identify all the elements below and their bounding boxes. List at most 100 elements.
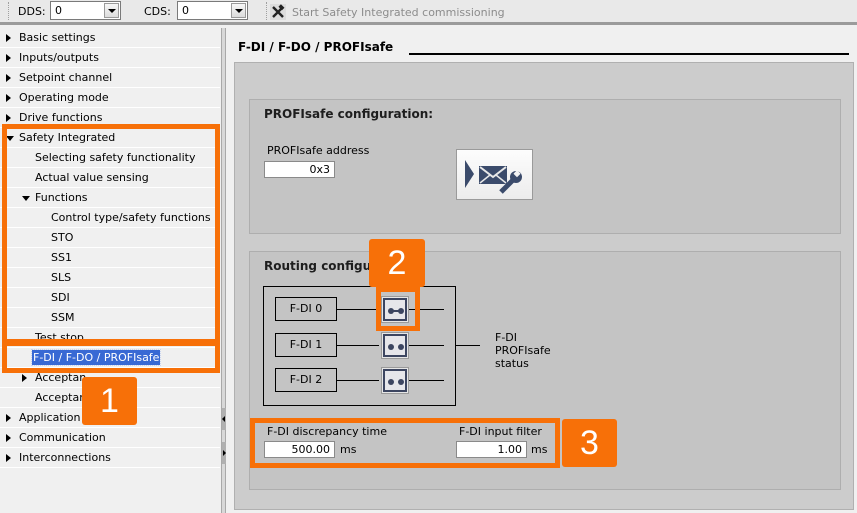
expand-right-icon[interactable] bbox=[6, 74, 11, 82]
chevron-down-icon[interactable] bbox=[231, 3, 246, 18]
tree-item[interactable]: Basic settings bbox=[0, 28, 220, 48]
chevron-down-icon[interactable] bbox=[104, 3, 119, 18]
dds-label: DDS: bbox=[18, 5, 46, 18]
telegram-configuration-button[interactable] bbox=[456, 149, 533, 200]
tree-item-label: Communication bbox=[19, 431, 106, 444]
expand-down-icon[interactable] bbox=[22, 196, 30, 201]
tree-item-label: SDI bbox=[51, 291, 70, 304]
status-connector-line bbox=[456, 345, 480, 346]
expand-right-icon[interactable] bbox=[6, 94, 11, 102]
expand-right-icon[interactable] bbox=[6, 54, 11, 62]
tree-item[interactable]: Operating mode bbox=[0, 88, 220, 108]
tree-item-label: Safety Integrated bbox=[19, 131, 116, 144]
tree-item-label: SS1 bbox=[51, 251, 72, 264]
cds-label: CDS: bbox=[144, 5, 171, 18]
toolbar-separator bbox=[266, 2, 267, 20]
tree-item[interactable]: SLS bbox=[0, 268, 220, 288]
connector-line bbox=[409, 345, 444, 346]
fdi-0-box: F-DI 0 bbox=[275, 297, 337, 321]
tree-item-label: Application bbox=[19, 411, 81, 424]
tree-item-label: Test stop bbox=[35, 331, 84, 344]
dds-value: 0 bbox=[55, 4, 62, 17]
input-filter-label: F-DI input filter bbox=[459, 425, 542, 438]
expand-right-icon[interactable] bbox=[6, 114, 11, 122]
tree-item[interactable]: F-DI / F-DO / PROFIsafe bbox=[0, 348, 220, 368]
tree-item-label: Basic settings bbox=[19, 31, 96, 44]
toolbar: DDS: 0 CDS: 0 Start Safety Integrated co… bbox=[0, 0, 857, 25]
expand-right-icon[interactable] bbox=[6, 454, 11, 462]
tree-item-label: Actual value sensing bbox=[35, 171, 149, 184]
settings-panel: PROFIsafe configuration: PROFIsafe addre… bbox=[234, 62, 854, 510]
expand-down-icon[interactable] bbox=[6, 136, 14, 141]
routing-heading: Routing configu bbox=[264, 259, 372, 273]
tree-item-label: Acceptan bbox=[35, 371, 87, 384]
tree-item[interactable]: Interconnections bbox=[0, 448, 220, 468]
cds-select[interactable]: 0 bbox=[177, 1, 248, 20]
tree-item[interactable]: Communication bbox=[0, 428, 220, 448]
collapse-left-icon[interactable] bbox=[222, 408, 226, 430]
navigation-tree: Basic settings Inputs/outputs Setpoint cha… bbox=[0, 28, 220, 513]
connector-line bbox=[409, 309, 444, 310]
connector-line bbox=[337, 309, 379, 310]
expand-right-icon[interactable] bbox=[6, 434, 11, 442]
tree-item-label: Control type/safety functions bbox=[51, 211, 211, 224]
tools-icon bbox=[270, 4, 286, 20]
tree-item-label: Interconnections bbox=[19, 451, 111, 464]
page-title: F-DI / F-DO / PROFIsafe bbox=[238, 40, 394, 54]
tree-item[interactable]: Inputs/outputs bbox=[0, 48, 220, 68]
input-filter-field[interactable]: 1.00 bbox=[456, 441, 527, 458]
cds-value: 0 bbox=[182, 4, 189, 17]
tree-item-label: SLS bbox=[51, 271, 72, 284]
tree-item[interactable]: Functions bbox=[0, 188, 220, 208]
expand-right-icon[interactable] bbox=[22, 374, 27, 382]
tree-item-label: Functions bbox=[35, 191, 88, 204]
tree-item[interactable]: SDI bbox=[0, 288, 220, 308]
dds-select[interactable]: 0 bbox=[50, 1, 121, 20]
tree-item[interactable]: STO bbox=[0, 228, 220, 248]
tree-item-label: Drive functions bbox=[19, 111, 103, 124]
telegram-configuration-icon bbox=[465, 160, 522, 194]
fdi-2-switch[interactable] bbox=[381, 367, 409, 394]
fdi-1-switch[interactable] bbox=[381, 332, 409, 359]
tree-item[interactable]: Setpoint channel bbox=[0, 68, 220, 88]
fdi-1-box: F-DI 1 bbox=[275, 333, 337, 357]
tree-item[interactable]: Control type/safety functions bbox=[0, 208, 220, 228]
tree-item-label: Selecting safety functionality bbox=[35, 151, 196, 164]
expand-right-icon[interactable] bbox=[6, 34, 11, 42]
tree-item[interactable]: Selecting safety functionality bbox=[0, 148, 220, 168]
profisafe-heading: PROFIsafe configuration: bbox=[264, 107, 434, 121]
fdi-2-box: F-DI 2 bbox=[275, 368, 337, 392]
collapse-right-icon[interactable] bbox=[222, 442, 226, 464]
connector-line bbox=[409, 380, 444, 381]
routing-configuration-group: Routing configu F-DI 0 F-DI 1 F-DI 2 F-D… bbox=[249, 251, 841, 490]
start-commissioning-label: Start Safety Integrated commissioning bbox=[292, 5, 505, 19]
annotation-badge-3: 3 bbox=[562, 419, 617, 467]
tree-item-label: Setpoint channel bbox=[19, 71, 113, 84]
expand-right-icon[interactable] bbox=[6, 414, 11, 422]
input-filter-unit: ms bbox=[531, 443, 548, 456]
start-commissioning-button[interactable]: Start Safety Integrated commissioning bbox=[270, 3, 505, 21]
connector-line bbox=[337, 345, 379, 346]
discrepancy-time-field[interactable]: 500.00 bbox=[264, 441, 335, 458]
tree-item[interactable]: Test stop bbox=[0, 328, 220, 348]
tree-item[interactable]: SSM bbox=[0, 308, 220, 328]
tree-item-label: Operating mode bbox=[19, 91, 109, 104]
title-underline bbox=[409, 53, 849, 55]
tree-item-label: Inputs/outputs bbox=[19, 51, 99, 64]
toolbar-separator bbox=[8, 2, 9, 20]
tree-item[interactable]: Drive functions bbox=[0, 108, 220, 128]
tree-item-label: STO bbox=[51, 231, 74, 244]
tree-item[interactable]: SS1 bbox=[0, 248, 220, 268]
connector-line bbox=[337, 380, 379, 381]
tree-item[interactable]: Safety Integrated bbox=[0, 128, 220, 148]
annotation-badge-2: 2 bbox=[369, 239, 425, 287]
profisafe-address-field[interactable]: 0x3 bbox=[264, 161, 335, 178]
annotation-badge-1: 1 bbox=[82, 377, 137, 425]
tree-item[interactable]: Actual value sensing bbox=[0, 168, 220, 188]
fdi-0-switch[interactable] bbox=[381, 296, 409, 323]
discrepancy-time-label: F-DI discrepancy time bbox=[267, 425, 387, 438]
discrepancy-time-unit: ms bbox=[340, 443, 357, 456]
main-content: F-DI / F-DO / PROFIsafe PROFIsafe config… bbox=[227, 28, 857, 513]
tree-item-label: Acceptan bbox=[35, 391, 87, 404]
sidebar-splitter[interactable] bbox=[221, 28, 226, 513]
